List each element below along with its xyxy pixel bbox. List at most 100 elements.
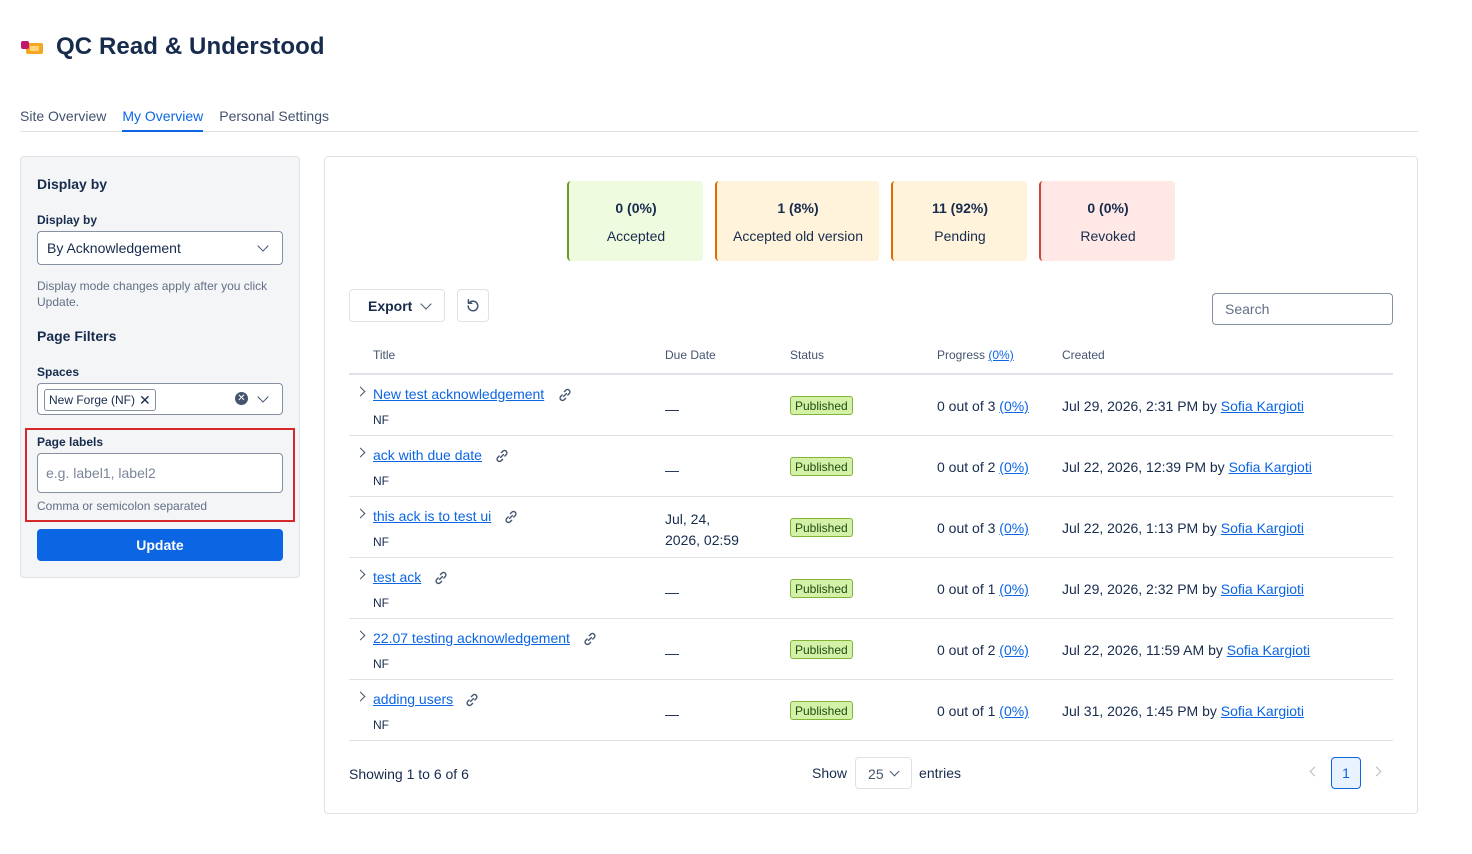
spaces-select[interactable]: New Forge (NF) ✕ ✕ <box>37 383 283 415</box>
created-cell: Jul 22, 2026, 11:59 AM by Sofia Kargioti <box>1062 642 1310 658</box>
page-labels-input[interactable] <box>37 453 283 493</box>
due-date: — <box>665 462 679 478</box>
col-progress-pct-link[interactable]: (0%) <box>988 348 1013 362</box>
progress-cell: 0 out of 1 (0%) <box>937 581 1029 597</box>
acknowledgement-title-link[interactable]: adding users <box>373 691 453 707</box>
col-status[interactable]: Status <box>790 348 824 362</box>
stat-value: 0 (0%) <box>615 200 657 216</box>
tab-site-overview[interactable]: Site Overview <box>20 103 106 132</box>
progress-cell: 0 out of 2 (0%) <box>937 459 1029 475</box>
display-by-select[interactable]: By Acknowledgement <box>37 231 283 265</box>
expand-chevron-icon[interactable] <box>355 447 366 458</box>
expand-chevron-icon[interactable] <box>355 569 366 580</box>
status-badge: Published <box>790 579 853 598</box>
clear-icon[interactable]: ✕ <box>235 392 248 405</box>
author-link[interactable]: Sofia Kargioti <box>1221 520 1304 536</box>
stat-accepted[interactable]: 0 (0%) Accepted <box>567 181 703 261</box>
copy-link-icon[interactable] <box>582 631 598 647</box>
search-input[interactable] <box>1212 293 1393 325</box>
created-cell: Jul 31, 2026, 1:45 PM by Sofia Kargioti <box>1062 703 1304 719</box>
entries-select[interactable]: 25 <box>855 757 913 789</box>
update-button[interactable]: Update <box>37 529 283 561</box>
space-tag-label: New Forge (NF) <box>49 393 136 407</box>
acknowledgement-title-link[interactable]: New test acknowledgement <box>373 386 544 402</box>
table-row: 22.07 testing acknowledgement NF — Publi… <box>349 619 1393 680</box>
table-header: Title Due Date Status Progress (0%) Crea… <box>349 340 1393 375</box>
pager-next-icon[interactable] <box>1371 766 1382 777</box>
stat-accepted-old-version[interactable]: 1 (8%) Accepted old version <box>715 181 879 261</box>
col-due-date[interactable]: Due Date <box>665 348 716 362</box>
acknowledgement-title-link[interactable]: test ack <box>373 569 421 585</box>
expand-chevron-icon[interactable] <box>355 630 366 641</box>
table-row: New test acknowledgement NF — Published … <box>349 375 1393 436</box>
acknowledgement-title-link[interactable]: this ack is to test ui <box>373 508 491 524</box>
created-text: Jul 29, 2026, 2:32 PM by <box>1062 581 1217 597</box>
progress-pct-link[interactable]: (0%) <box>999 520 1029 536</box>
created-text: Jul 22, 2026, 1:13 PM by <box>1062 520 1217 536</box>
author-link[interactable]: Sofia Kargioti <box>1221 581 1304 597</box>
expand-chevron-icon[interactable] <box>355 508 366 519</box>
progress-pct-link[interactable]: (0%) <box>999 459 1029 475</box>
author-link[interactable]: Sofia Kargioti <box>1221 703 1304 719</box>
chevron-down-icon[interactable] <box>257 391 269 403</box>
pager-page-1[interactable]: 1 <box>1331 757 1361 789</box>
created-text: Jul 31, 2026, 1:45 PM by <box>1062 703 1217 719</box>
stat-pending[interactable]: 11 (92%) Pending <box>891 181 1027 261</box>
created-text: Jul 22, 2026, 12:39 PM by <box>1062 459 1225 475</box>
col-progress[interactable]: Progress (0%) <box>937 348 1014 362</box>
stat-label: Accepted <box>606 228 666 244</box>
expand-chevron-icon[interactable] <box>355 386 366 397</box>
status-text: Published <box>795 582 848 596</box>
status-text: Published <box>795 704 848 718</box>
status-badge: Published <box>790 701 853 720</box>
author-link[interactable]: Sofia Kargioti <box>1221 398 1304 414</box>
created-text: Jul 29, 2026, 2:31 PM by <box>1062 398 1217 414</box>
expand-chevron-icon[interactable] <box>355 691 366 702</box>
stat-revoked[interactable]: 0 (0%) Revoked <box>1039 181 1175 261</box>
progress-pct-link[interactable]: (0%) <box>999 703 1029 719</box>
progress-cell: 0 out of 1 (0%) <box>937 703 1029 719</box>
page-title: QC Read & Understood <box>56 33 325 60</box>
tab-personal-settings[interactable]: Personal Settings <box>219 103 329 132</box>
col-created[interactable]: Created <box>1062 348 1105 362</box>
progress-pct-link[interactable]: (0%) <box>999 642 1029 658</box>
stat-label: Revoked <box>1080 228 1136 244</box>
export-button[interactable]: Export <box>349 289 445 322</box>
copy-link-icon[interactable] <box>503 509 519 525</box>
status-badge: Published <box>790 396 853 415</box>
export-label: Export <box>368 298 413 314</box>
pager-prev-icon[interactable] <box>1309 766 1320 777</box>
copy-link-icon[interactable] <box>433 570 449 586</box>
entries-value: 25 <box>868 766 884 782</box>
status-text: Published <box>795 399 848 413</box>
copy-link-icon[interactable] <box>557 387 573 403</box>
page-labels-label: Page labels <box>37 435 104 449</box>
col-title[interactable]: Title <box>373 348 395 362</box>
copy-link-icon[interactable] <box>464 692 480 708</box>
tab-my-overview[interactable]: My Overview <box>122 103 204 132</box>
author-link[interactable]: Sofia Kargioti <box>1229 459 1312 475</box>
entries-label: entries <box>919 765 962 781</box>
table-row: this ack is to test ui NF Jul, 24, 2026, … <box>349 497 1393 558</box>
space-key: NF <box>373 718 389 732</box>
page-labels-help: Comma or semicolon separated <box>37 499 208 513</box>
space-key: NF <box>373 596 389 610</box>
copy-link-icon[interactable] <box>494 448 510 464</box>
stat-value: 11 (92%) <box>931 200 989 216</box>
space-key: NF <box>373 657 389 671</box>
progress-text: 0 out of 3 <box>937 520 996 536</box>
display-section-title: Display by <box>37 176 108 192</box>
progress-pct-link[interactable]: (0%) <box>999 581 1029 597</box>
remove-tag-icon[interactable]: ✕ <box>139 393 151 407</box>
status-text: Published <box>795 521 848 535</box>
refresh-button[interactable] <box>457 289 489 322</box>
progress-pct-link[interactable]: (0%) <box>999 398 1029 414</box>
progress-text: 0 out of 3 <box>937 398 996 414</box>
stat-value: 0 (0%) <box>1087 200 1129 216</box>
acknowledgement-title-link[interactable]: ack with due date <box>373 447 482 463</box>
chevron-down-icon <box>889 766 900 777</box>
acknowledgement-title-link[interactable]: 22.07 testing acknowledgement <box>373 630 570 646</box>
chevron-down-icon <box>257 240 269 252</box>
display-by-label: Display by <box>37 213 98 227</box>
author-link[interactable]: Sofia Kargioti <box>1227 642 1310 658</box>
